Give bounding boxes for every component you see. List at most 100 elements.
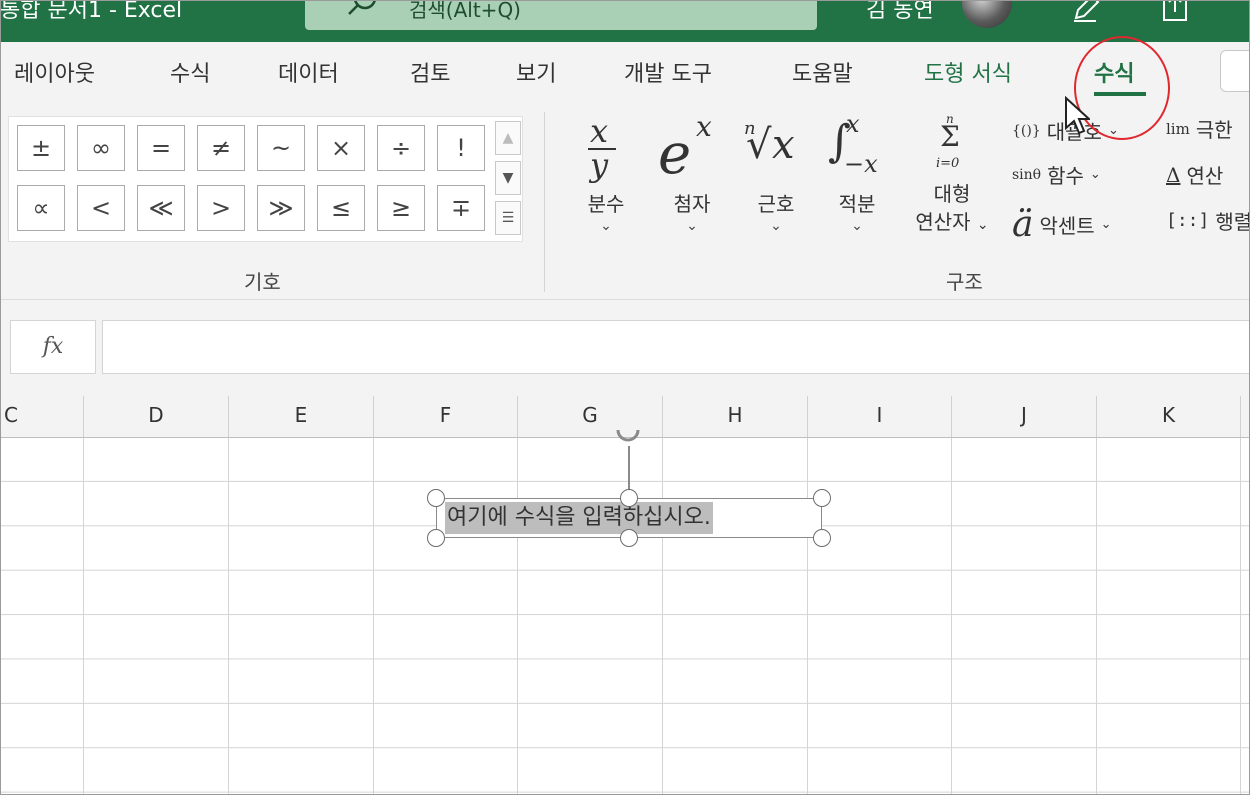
- column-header-k[interactable]: K: [1097, 396, 1241, 438]
- resize-handle-top-left[interactable]: [427, 489, 445, 507]
- matrix-button[interactable]: [::] 행렬: [1166, 206, 1250, 240]
- column-header-f[interactable]: F: [374, 396, 518, 438]
- search-icon: [348, 0, 377, 15]
- fraction-icon: x y: [576, 110, 636, 190]
- comments-button[interactable]: [1220, 50, 1250, 92]
- ribbon-tabs: 레이아웃 수식 데이터 검토 보기 개발 도구 도움말 도형 서식 수식: [0, 42, 1250, 104]
- symbol-greater-equal[interactable]: ≥: [377, 185, 425, 231]
- chevron-down-icon: ⌄: [686, 218, 698, 234]
- chevron-down-icon: ⌄: [1089, 167, 1101, 182]
- symbol-minus-plus[interactable]: ∓: [437, 185, 485, 231]
- formula-input[interactable]: [102, 320, 1250, 374]
- symbol-greater-than[interactable]: >: [197, 185, 245, 231]
- column-header-i[interactable]: I: [808, 396, 952, 438]
- integral-button[interactable]: ∫ x −x 적분 ⌄: [824, 110, 890, 234]
- operator-label: 연산: [1186, 164, 1224, 188]
- fraction-button[interactable]: x y 분수 ⌄: [576, 110, 636, 234]
- resize-handle-top-right[interactable]: [813, 489, 831, 507]
- accent-icon: ä: [1012, 204, 1034, 245]
- radical-icon: n √ x: [744, 118, 795, 168]
- title-bar: 통합 문서1 - Excel 검색(Alt+Q) 김 동연: [0, 0, 1250, 42]
- group-divider: [544, 112, 545, 292]
- formula-bar: fx: [0, 300, 1250, 396]
- symbol-much-less[interactable]: ≪: [137, 185, 185, 231]
- script-icon: e x: [658, 110, 712, 187]
- gallery-expand[interactable]: ☰: [495, 201, 521, 235]
- large-operator-label-2: 연산자: [915, 210, 971, 234]
- resize-handle-bottom[interactable]: [620, 529, 638, 547]
- tab-layout[interactable]: 레이아웃: [14, 56, 95, 88]
- symbol-infinity[interactable]: ∞: [77, 125, 125, 171]
- script-label: 첨자: [673, 192, 711, 216]
- limit-label: 극한: [1195, 118, 1233, 142]
- symbol-gallery: ± ∞ = ≠ ~ × ÷ ! ∝ < ≪ > ≫ ≤ ≥ ∓ ▲ ▼ ☰: [8, 116, 523, 242]
- pen-icon[interactable]: [1068, 0, 1102, 24]
- column-header-c[interactable]: C: [0, 396, 84, 438]
- tab-formulas[interactable]: 수식: [170, 56, 210, 88]
- matrix-icon: [::]: [1166, 210, 1210, 231]
- structures-group-label: 구조: [946, 270, 983, 294]
- resize-handle-bottom-left[interactable]: [427, 529, 445, 547]
- radical-label: 근호: [757, 192, 795, 216]
- avatar[interactable]: [962, 0, 1012, 28]
- column-header-e[interactable]: E: [229, 396, 374, 438]
- tab-developer[interactable]: 개발 도구: [624, 56, 712, 88]
- script-button[interactable]: e x 첨자 ⌄: [656, 110, 728, 234]
- symbol-less-than[interactable]: <: [77, 185, 125, 231]
- symbol-proportional[interactable]: ∝: [17, 185, 65, 231]
- large-operator-button[interactable]: n Σ i=0 대형 연산자 ⌄: [904, 110, 1000, 239]
- symbol-divide[interactable]: ÷: [377, 125, 425, 171]
- tab-shape-format[interactable]: 도형 서식: [924, 56, 1012, 88]
- column-header-partial[interactable]: [1241, 396, 1250, 438]
- symbol-tilde[interactable]: ~: [257, 125, 305, 171]
- integral-icon: ∫ x −x: [828, 110, 878, 178]
- large-operator-label-1: 대형: [933, 182, 971, 206]
- chevron-down-icon: ⌄: [1100, 217, 1112, 232]
- rotate-handle-icon[interactable]: [612, 426, 644, 448]
- function-button[interactable]: sinθ 함수 ⌄: [1012, 160, 1101, 194]
- accent-button[interactable]: ä 악센트 ⌄: [1012, 204, 1112, 245]
- tab-data[interactable]: 데이터: [278, 56, 339, 88]
- tab-help[interactable]: 도움말: [792, 56, 853, 88]
- column-header-d[interactable]: D: [84, 396, 229, 438]
- ribbon-body: ± ∞ = ≠ ~ × ÷ ! ∝ < ≪ > ≫ ≤ ≥ ∓ ▲ ▼ ☰ 기호…: [0, 104, 1250, 300]
- chevron-down-icon: ⌄: [600, 218, 612, 234]
- column-header-j[interactable]: J: [952, 396, 1097, 438]
- chevron-down-icon: ⌄: [976, 217, 989, 233]
- radical-button[interactable]: n √ x 근호 ⌄: [740, 110, 812, 234]
- bracket-icon: {()}: [1012, 122, 1041, 139]
- column-header-h[interactable]: H: [663, 396, 808, 438]
- accent-label: 악센트: [1039, 214, 1095, 238]
- symbol-less-equal[interactable]: ≤: [317, 185, 365, 231]
- integral-label: 적분: [838, 192, 876, 216]
- symbol-much-greater[interactable]: ≫: [257, 185, 305, 231]
- tab-view[interactable]: 보기: [516, 56, 556, 88]
- share-icon[interactable]: [1158, 0, 1192, 24]
- tab-review[interactable]: 검토: [410, 56, 450, 88]
- equation-placeholder[interactable]: 여기에 수식을 입력하십시오.: [445, 502, 713, 534]
- matrix-label: 행렬: [1215, 210, 1250, 234]
- function-label: 함수: [1047, 164, 1084, 188]
- symbol-plus-minus[interactable]: ±: [17, 125, 65, 171]
- mouse-cursor-icon: [1065, 96, 1090, 135]
- function-icon: sinθ: [1012, 166, 1042, 183]
- resize-handle-top[interactable]: [620, 489, 638, 507]
- gallery-scroll-down[interactable]: ▼: [495, 161, 521, 195]
- operator-icon: Δ: [1166, 162, 1181, 187]
- symbol-factorial[interactable]: !: [437, 125, 485, 171]
- symbol-not-equal[interactable]: ≠: [197, 125, 245, 171]
- limit-icon: lim: [1166, 119, 1190, 138]
- fraction-label: 분수: [587, 192, 625, 216]
- user-name[interactable]: 김 동연: [866, 0, 934, 24]
- insert-function-button[interactable]: fx: [10, 320, 96, 374]
- resize-handle-bottom-right[interactable]: [813, 529, 831, 547]
- search-box[interactable]: 검색(Alt+Q): [305, 0, 817, 30]
- limit-button[interactable]: lim 극한: [1166, 114, 1233, 148]
- summation-icon: n Σ i=0: [936, 112, 960, 171]
- gallery-scroll-up[interactable]: ▲: [495, 121, 521, 155]
- chevron-down-icon: ⌄: [770, 218, 782, 234]
- symbol-equals[interactable]: =: [137, 125, 185, 171]
- symbols-group-label: 기호: [244, 270, 281, 294]
- symbol-times[interactable]: ×: [317, 125, 365, 171]
- operator-button[interactable]: Δ 연산: [1166, 160, 1223, 194]
